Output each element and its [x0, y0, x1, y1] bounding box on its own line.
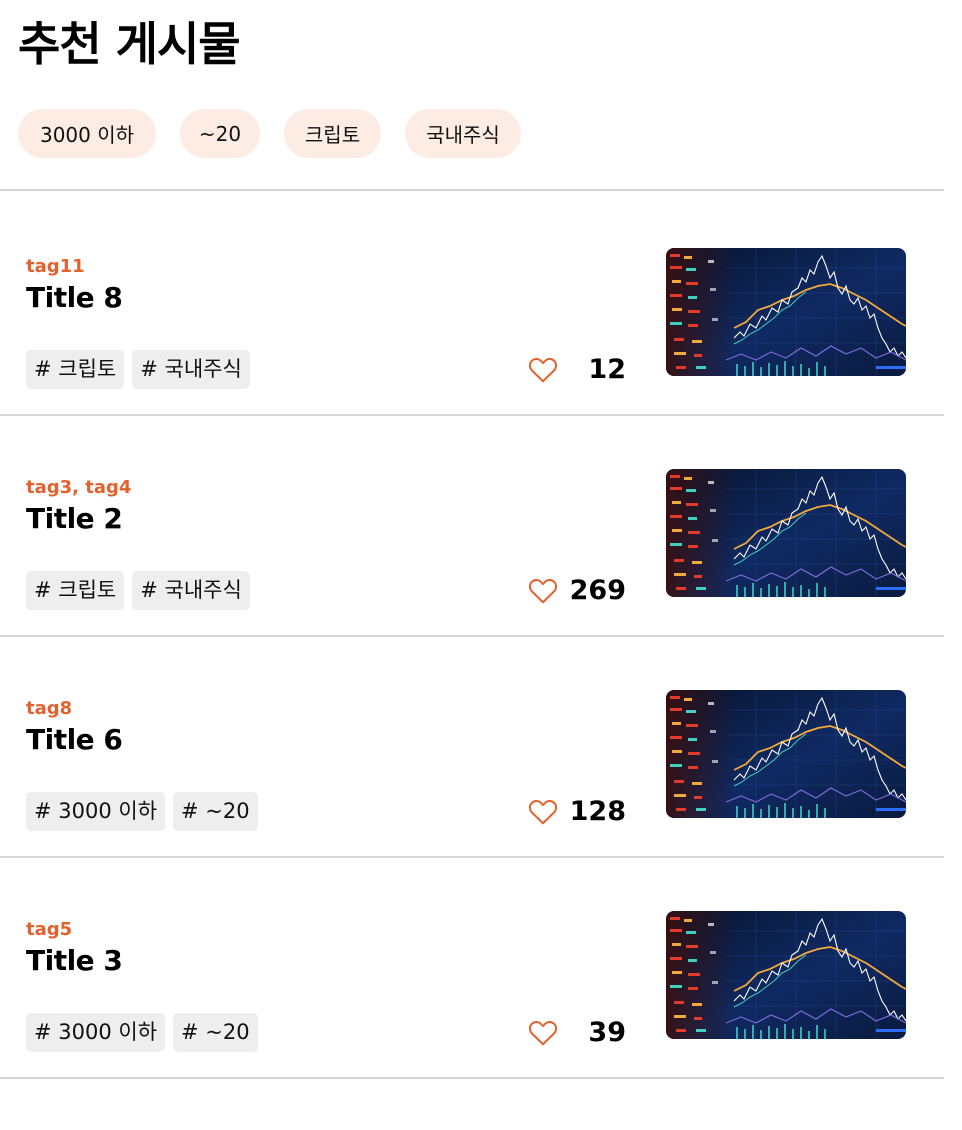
hashtag[interactable]: # 국내주식 — [132, 571, 250, 610]
divider — [0, 1077, 944, 1079]
heart-outline-icon[interactable] — [528, 797, 558, 827]
heart-outline-icon[interactable] — [528, 1018, 558, 1048]
post-category: tag5 — [26, 919, 73, 940]
post-thumbnail[interactable] — [666, 911, 906, 1039]
heart-outline-icon[interactable] — [528, 576, 558, 606]
recommended-posts-page: 추천 게시물 3000 이하 ~20 크립토 국내주식 tag11 Title … — [0, 0, 962, 1110]
like-count: 128 — [569, 796, 626, 827]
post-category: tag8 — [26, 698, 73, 719]
post-category: tag3, tag4 — [26, 477, 132, 498]
like-count: 12 — [588, 354, 626, 385]
post-thumbnail[interactable] — [666, 248, 906, 376]
like-count: 269 — [569, 575, 626, 606]
stock-chart-thumbnail — [666, 690, 906, 818]
post-title[interactable]: Title 3 — [26, 944, 123, 977]
filter-chip-3000-under[interactable]: 3000 이하 — [18, 109, 156, 158]
post-card[interactable]: tag11 Title 8 # 크립토 # 국내주식 12 — [0, 248, 944, 467]
post-title[interactable]: Title 2 — [26, 502, 123, 535]
post-thumbnail[interactable] — [666, 690, 906, 818]
post-thumbnail[interactable] — [666, 469, 906, 597]
filter-chip-under-20[interactable]: ~20 — [180, 109, 260, 158]
post-card[interactable]: tag3, tag4 Title 2 # 크립토 # 국내주식 269 — [0, 469, 944, 688]
filter-chips: 3000 이하 ~20 크립토 국내주식 — [18, 109, 521, 158]
post-hashtags: # 크립토 # 국내주식 — [26, 350, 258, 389]
page-title: 추천 게시물 — [18, 17, 241, 71]
hashtag[interactable]: # 크립토 — [26, 571, 125, 610]
heart-outline-icon[interactable] — [528, 355, 558, 385]
divider — [0, 189, 944, 191]
post-hashtags: # 3000 이하 # ~20 — [26, 792, 266, 831]
post-hashtags: # 3000 이하 # ~20 — [26, 1013, 266, 1052]
divider — [0, 414, 944, 416]
hashtag[interactable]: # 3000 이하 — [26, 1013, 166, 1052]
hashtag[interactable]: # 크립토 — [26, 350, 125, 389]
hashtag[interactable]: # ~20 — [173, 792, 258, 831]
post-title[interactable]: Title 6 — [26, 723, 123, 756]
stock-chart-thumbnail — [666, 911, 906, 1039]
divider — [0, 635, 944, 637]
hashtag[interactable]: # 국내주식 — [132, 350, 250, 389]
stock-chart-thumbnail — [666, 248, 906, 376]
like-count: 39 — [588, 1017, 626, 1048]
filter-chip-crypto[interactable]: 크립토 — [284, 109, 381, 158]
stock-chart-thumbnail — [666, 469, 906, 597]
divider — [0, 856, 944, 858]
hashtag[interactable]: # 3000 이하 — [26, 792, 166, 831]
post-card[interactable]: tag5 Title 3 # 3000 이하 # ~20 39 — [0, 911, 944, 1130]
post-title[interactable]: Title 8 — [26, 281, 123, 314]
filter-chip-domestic-stocks[interactable]: 국내주식 — [405, 109, 521, 158]
hashtag[interactable]: # ~20 — [173, 1013, 258, 1052]
post-card[interactable]: tag8 Title 6 # 3000 이하 # ~20 128 — [0, 690, 944, 909]
post-category: tag11 — [26, 256, 85, 277]
post-hashtags: # 크립토 # 국내주식 — [26, 571, 258, 610]
